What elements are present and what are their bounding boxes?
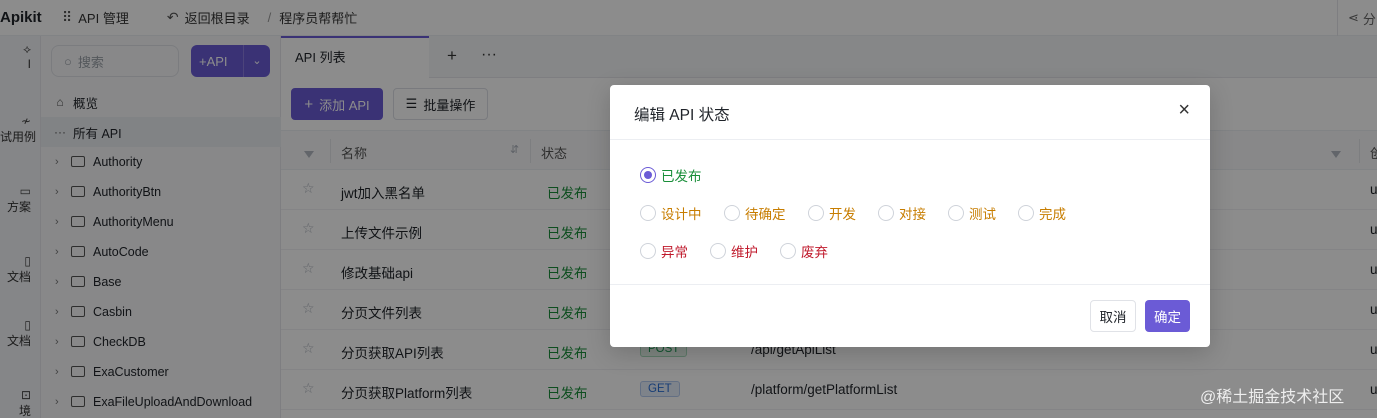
radio-designing[interactable]: 设计中 xyxy=(640,203,702,223)
radio-deprecated[interactable]: 废弃 xyxy=(780,241,828,261)
radio-abnormal[interactable]: 异常 xyxy=(640,241,688,261)
radio-testing[interactable]: 测试 xyxy=(948,203,996,223)
radio-maintenance[interactable]: 维护 xyxy=(710,241,758,261)
radio-dot[interactable] xyxy=(640,167,656,183)
radio-completed[interactable]: 完成 xyxy=(1018,203,1066,223)
radio-integration[interactable]: 对接 xyxy=(878,203,926,223)
radio-developing[interactable]: 开发 xyxy=(808,203,856,223)
radio-pending[interactable]: 待确定 xyxy=(724,203,786,223)
confirm-button[interactable]: 确定 xyxy=(1145,300,1190,332)
radio-published[interactable]: 已发布 xyxy=(640,165,702,185)
edit-api-status-modal: 编辑 API 状态 × 已发布 设计中 待确定 开发 对接 测试 完成 异常 维… xyxy=(610,85,1210,347)
close-icon[interactable]: × xyxy=(1178,99,1190,122)
watermark: @稀土掘金技术社区 xyxy=(1200,389,1345,406)
modal-title: 编辑 API 状态 xyxy=(634,107,730,124)
cancel-button[interactable]: 取消 xyxy=(1090,300,1136,332)
modal-header: 编辑 API 状态 × xyxy=(610,85,1210,140)
